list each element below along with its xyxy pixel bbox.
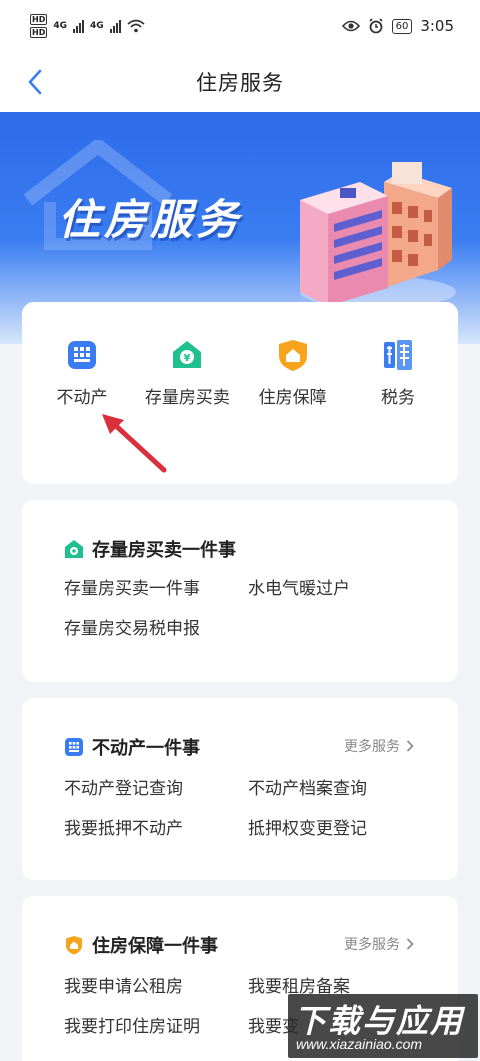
banner-title: 住房服务 bbox=[58, 195, 243, 244]
nav-bar: 住房服务 bbox=[0, 52, 480, 112]
watermark: 下载与应用 www.xiazainiao.com bbox=[288, 994, 478, 1058]
more-services-link[interactable]: 更多服务 bbox=[344, 736, 414, 756]
grid-item-second-hand-house[interactable]: ¥ 存量房买卖 bbox=[137, 338, 237, 410]
watermark-url: www.xiazainiao.com bbox=[296, 1036, 423, 1052]
building-icon bbox=[65, 738, 83, 756]
more-services-link[interactable]: 更多服务 bbox=[344, 934, 414, 954]
section-card-second-hand-house: 存量房买卖一件事 存量房买卖一件事 水电气暖过户 存量房交易税申报 bbox=[22, 500, 458, 682]
status-bar: HD HD 4G 4G 60 3:05 bbox=[0, 0, 480, 52]
more-services-label: 更多服务 bbox=[344, 739, 400, 755]
grid-item-label: 不动产 bbox=[56, 388, 108, 408]
service-link[interactable]: 不动产档案查询 bbox=[248, 774, 367, 799]
hd-badge: HD bbox=[30, 14, 48, 25]
hd-badges: HD HD bbox=[30, 14, 48, 38]
svg-text:¥: ¥ bbox=[184, 353, 191, 364]
grid-item-label: 存量房买卖 bbox=[144, 388, 230, 408]
grid-item-label: 税务 bbox=[380, 388, 415, 408]
status-right: 60 3:05 bbox=[341, 17, 454, 35]
page-title: 住房服务 bbox=[196, 71, 284, 95]
pointer-arrow-annotation bbox=[102, 414, 167, 473]
tax-icon bbox=[381, 338, 415, 372]
building-icon bbox=[65, 338, 99, 372]
service-link[interactable]: 存量房交易税申报 bbox=[64, 614, 200, 639]
service-link[interactable]: 水电气暖过户 bbox=[248, 574, 350, 599]
service-grid: 不动产 ¥ 存量房买卖 住房保障 税务 bbox=[22, 338, 458, 410]
hd-badge: HD bbox=[30, 27, 48, 38]
status-left: HD HD 4G 4G bbox=[30, 14, 145, 38]
section-title: 不动产一件事 bbox=[92, 738, 200, 759]
chevron-right-icon bbox=[406, 740, 414, 752]
service-link[interactable]: 我要申请公租房 bbox=[64, 972, 183, 997]
chevron-right-icon bbox=[406, 938, 414, 950]
shield-house-icon bbox=[276, 338, 310, 372]
house-yuan-icon: ¥ bbox=[170, 338, 204, 372]
section-header: 存量房买卖一件事 bbox=[64, 536, 236, 562]
eye-icon bbox=[341, 20, 360, 32]
service-link[interactable]: 存量房买卖一件事 bbox=[64, 574, 200, 599]
service-link[interactable]: 我要抵押不动产 bbox=[64, 814, 183, 839]
section-card-real-estate: 不动产一件事 更多服务 不动产登记查询 不动产档案查询 我要抵押不动产 抵押权变… bbox=[22, 698, 458, 880]
shield-house-icon bbox=[66, 936, 82, 955]
clock: 3:05 bbox=[420, 17, 454, 35]
grid-item-tax[interactable]: 税务 bbox=[348, 338, 448, 410]
chevron-left-icon bbox=[28, 69, 42, 95]
wifi-icon bbox=[127, 19, 145, 33]
building-illustration bbox=[300, 162, 456, 308]
house-yuan-icon bbox=[65, 540, 83, 558]
service-link[interactable]: 我要打印住房证明 bbox=[64, 1012, 200, 1037]
section-header: 住房保障一件事 bbox=[64, 932, 218, 958]
network-label: 4G bbox=[90, 21, 104, 31]
grid-item-label: 住房保障 bbox=[258, 388, 327, 408]
service-link[interactable]: 不动产登记查询 bbox=[64, 774, 183, 799]
signal-icon bbox=[73, 19, 84, 33]
alarm-icon bbox=[369, 18, 383, 34]
service-link[interactable]: 抵押权变更登记 bbox=[248, 814, 367, 839]
more-services-label: 更多服务 bbox=[344, 937, 400, 953]
back-button[interactable] bbox=[20, 66, 50, 98]
signal-icon bbox=[109, 19, 121, 33]
section-title: 存量房买卖一件事 bbox=[92, 540, 236, 561]
section-title: 住房保障一件事 bbox=[92, 936, 218, 957]
grid-item-real-estate[interactable]: 不动产 bbox=[32, 338, 132, 410]
grid-item-housing-security[interactable]: 住房保障 bbox=[243, 338, 343, 410]
section-header: 不动产一件事 bbox=[64, 734, 200, 760]
battery-indicator: 60 bbox=[391, 18, 413, 34]
network-label: 4G bbox=[53, 21, 67, 31]
service-grid-card: 不动产 ¥ 存量房买卖 住房保障 税务 bbox=[22, 302, 458, 484]
